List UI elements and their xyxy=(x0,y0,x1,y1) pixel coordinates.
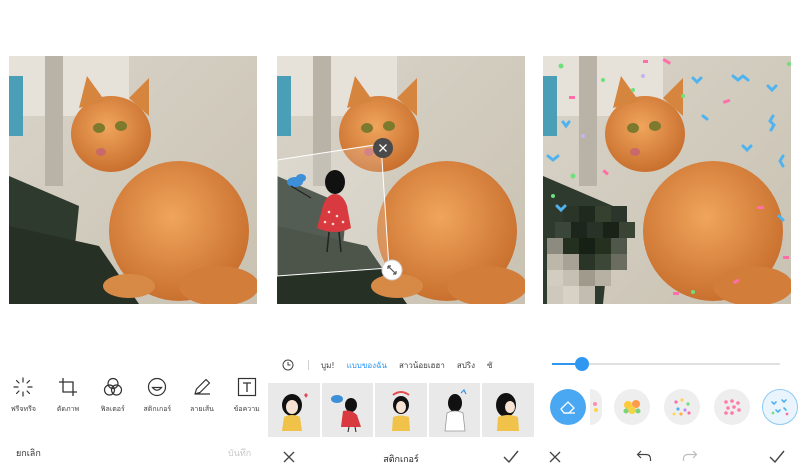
flower-partial-icon xyxy=(593,402,598,412)
pink-dots-brush[interactable] xyxy=(714,389,750,425)
flower-brush[interactable] xyxy=(614,389,650,425)
brush-options xyxy=(534,389,800,429)
editor-bottom-bar: ยกเลิก บันทึก xyxy=(0,438,268,466)
cancel-button[interactable]: ยกเลิก xyxy=(16,446,41,460)
tool-sticker[interactable]: สติกเกอร์ xyxy=(136,376,179,420)
sticker-panel: บูม! แบบของฉัน สาวน้อยเฮฮา สปริง ซั สติก… xyxy=(268,0,534,474)
save-button[interactable]: บันทึก xyxy=(228,446,251,460)
girl-profile-sticker-icon xyxy=(496,393,520,431)
sticker-panel-title: สติกเกอร์ xyxy=(383,455,419,465)
editor-toolbar: ฟรีจทรีจ ตัดภาพ ฟิลเตอร์ สติกเกอร์ ลายเส… xyxy=(0,376,268,420)
confirm-check-icon[interactable] xyxy=(502,449,520,465)
flower-bouquet-icon xyxy=(623,400,641,414)
pen-icon xyxy=(194,378,211,395)
slider-thumb[interactable] xyxy=(575,357,589,371)
blue-confetti-icon xyxy=(771,399,789,416)
eraser-brush[interactable] xyxy=(550,389,586,425)
brush-bottom-bar xyxy=(534,444,800,470)
undo-icon[interactable] xyxy=(636,449,652,463)
tool-auto-enhance[interactable]: ฟรีจทรีจ xyxy=(2,376,45,420)
tool-label: ลายเส้น xyxy=(190,405,214,413)
tool-crop[interactable]: ตัดภาพ xyxy=(47,376,90,420)
dot-confetti-icon xyxy=(672,398,691,416)
sticker-item[interactable] xyxy=(375,383,427,437)
girl-cloud-sticker-icon xyxy=(331,395,362,433)
girl-heart-sticker-icon xyxy=(281,393,308,431)
tool-label: ข้อความ xyxy=(233,405,260,413)
partial-brush[interactable] xyxy=(590,389,602,425)
sticker-item[interactable] xyxy=(482,383,534,437)
recent-clock-icon[interactable] xyxy=(282,359,294,371)
girl-back-sticker-icon xyxy=(444,388,467,432)
tool-text[interactable]: ข้อความ xyxy=(225,376,268,420)
brush-panel xyxy=(534,0,800,474)
sticker-item[interactable] xyxy=(321,383,374,437)
editor-panel: ฟรีจทรีจ ตัดภาพ ฟิลเตอร์ สติกเกอร์ ลายเส… xyxy=(0,0,268,474)
sticker-icon xyxy=(148,377,167,397)
redo-icon[interactable] xyxy=(682,449,698,463)
blue-confetti-brush[interactable] xyxy=(762,389,798,425)
girl-arms-up-sticker-icon xyxy=(391,391,410,431)
eraser-icon xyxy=(560,401,575,414)
resize-handle-icon[interactable] xyxy=(381,259,403,281)
tab-fun-girl[interactable]: สาวน้อยเฮฮา xyxy=(399,359,445,372)
tab-my-style[interactable]: แบบของฉัน xyxy=(347,359,387,372)
crop-icon xyxy=(59,378,77,396)
tab-divider xyxy=(308,360,309,370)
tool-label: ตัดภาพ xyxy=(56,405,80,413)
pink-dots-icon xyxy=(724,399,741,415)
remove-sticker-icon[interactable] xyxy=(372,137,394,159)
filter-icon xyxy=(103,377,122,396)
confirm-check-icon[interactable] xyxy=(768,449,786,465)
tab-boom[interactable]: บูม! xyxy=(321,359,335,372)
cat-photo-with-confetti xyxy=(543,56,791,304)
text-icon xyxy=(237,377,256,397)
close-icon[interactable] xyxy=(548,450,562,464)
magic-wand-icon xyxy=(13,377,33,397)
tool-draw[interactable]: ลายเส้น xyxy=(181,376,224,420)
dot-confetti-brush[interactable] xyxy=(664,389,700,425)
tab-spring[interactable]: สปริง xyxy=(457,359,475,372)
tool-label: ฟิลเตอร์ xyxy=(100,405,125,413)
sticker-grid xyxy=(268,383,534,437)
tab-more[interactable]: ซั xyxy=(487,359,492,372)
cat-photo xyxy=(9,56,257,304)
tool-label: สติกเกอร์ xyxy=(143,405,172,413)
sticker-bottom-bar: สติกเกอร์ xyxy=(268,444,534,470)
tool-label: ฟรีจทรีจ xyxy=(10,405,36,413)
tool-filter[interactable]: ฟิลเตอร์ xyxy=(91,376,134,420)
sticker-category-tabs: บูม! แบบของฉัน สาวน้อยเฮฮา สปริง ซั xyxy=(268,356,534,374)
sticker-item[interactable] xyxy=(268,383,320,437)
sticker-item[interactable] xyxy=(428,383,481,437)
